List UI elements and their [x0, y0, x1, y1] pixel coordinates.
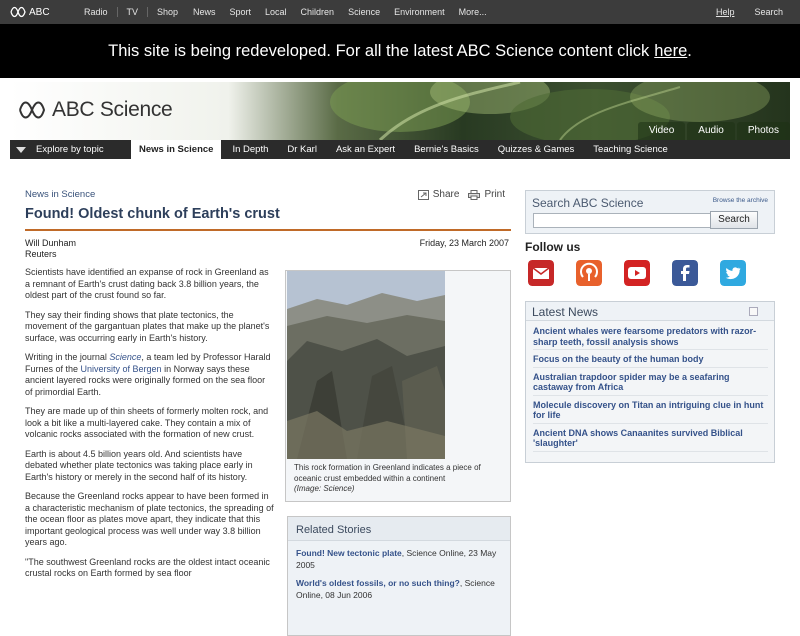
explore-by-topic-button[interactable]: Explore by topic [10, 144, 131, 155]
photo-caption: This rock formation in Greenland indicat… [294, 463, 506, 495]
tab-audio[interactable]: Audio [687, 122, 735, 140]
science-journal-link[interactable]: Science [109, 352, 141, 362]
tab-teaching-science[interactable]: Teaching Science [585, 140, 675, 159]
photo-box: This rock formation in Greenland indicat… [285, 270, 511, 502]
nav-link-news[interactable]: News [193, 7, 216, 17]
p3-text-a: Writing in the journal [25, 352, 110, 362]
photo-credit: (Image: Science) [294, 484, 355, 493]
email-icon[interactable] [528, 260, 554, 286]
latest-news-item[interactable]: Ancient whales were fearsome predators w… [533, 325, 768, 350]
nav-link-tv[interactable]: TV [116, 7, 138, 17]
banner-tail: . [687, 41, 692, 60]
paragraph-1: Scientists have identified an expanse of… [25, 267, 269, 300]
publish-date: Friday, 23 March 2007 [419, 238, 509, 248]
paragraph-3: Writing in the journal Science, a team l… [25, 352, 275, 398]
rss-icon[interactable] [749, 307, 758, 316]
social-links [528, 260, 768, 286]
nav-link-environment[interactable]: Environment [394, 7, 445, 17]
abc-logo[interactable]: ABC [10, 6, 70, 18]
related-story: Found! New tectonic plate, Science Onlin… [288, 541, 510, 571]
facebook-icon[interactable] [672, 260, 698, 286]
printer-icon [468, 189, 481, 200]
related-story: World's oldest fossils, or no such thing… [288, 571, 510, 601]
triangle-down-icon [16, 146, 26, 153]
author: Will Dunham [25, 238, 77, 248]
nav-link-science[interactable]: Science [348, 7, 380, 17]
share-button[interactable]: Share [417, 189, 460, 200]
paragraph-4: They are made up of thin sheets of forme… [25, 406, 269, 439]
paragraph-5: Earth is about 4.5 billion years old. An… [25, 448, 253, 482]
latest-news-item[interactable]: Focus on the beauty of the human body [533, 353, 768, 368]
related-story-link[interactable]: World's oldest fossils, or no such thing… [296, 578, 460, 588]
nav-link-children[interactable]: Children [301, 7, 335, 17]
abc-lissajous-icon [10, 6, 26, 18]
help-link[interactable]: Help [716, 7, 735, 17]
search-input[interactable] [533, 213, 733, 228]
redevelopment-banner: This site is being redeveloped. For all … [0, 24, 800, 78]
related-story-link[interactable]: Found! New tectonic plate [296, 548, 402, 558]
section-nav: Explore by topic News in Science In Dept… [10, 140, 790, 159]
nav-link-sport[interactable]: Sport [230, 7, 252, 17]
related-stories-title: Related Stories [288, 517, 510, 541]
brand-name: ABC Science [52, 98, 173, 121]
browse-archive-link[interactable]: Browse the archive [713, 197, 768, 204]
related-stories-box: Related Stories Found! New tectonic plat… [287, 516, 511, 636]
article-headline: Found! Oldest chunk of Earth's crust [25, 206, 511, 231]
tab-dr-karl[interactable]: Dr Karl [279, 140, 325, 159]
podcast-icon[interactable] [576, 260, 602, 286]
tab-news-in-science[interactable]: News in Science [131, 140, 222, 159]
byline: Will Dunham Reuters [25, 238, 76, 260]
tab-bernies-basics[interactable]: Bernie's Basics [406, 140, 487, 159]
share-icon [417, 189, 429, 200]
paragraph-6: Because the Greenland rocks appear to ha… [25, 491, 274, 547]
article-tools: Share Print [409, 189, 505, 200]
search-panel: Search ABC Science Browse the archive Se… [525, 190, 775, 234]
article-body: Scientists have identified an expanse of… [25, 267, 275, 588]
twitter-icon[interactable] [720, 260, 746, 286]
follow-us-heading: Follow us [525, 240, 581, 254]
site-header: ABC Science Video Audio Photos [10, 82, 790, 140]
tab-video[interactable]: Video [637, 122, 686, 140]
abc-logo-text: ABC [29, 6, 50, 18]
tab-in-depth[interactable]: In Depth [224, 140, 276, 159]
tab-quizzes-games[interactable]: Quizzes & Games [490, 140, 583, 159]
caption-text: This rock formation in Greenland indicat… [294, 463, 481, 483]
nav-link-radio[interactable]: Radio [78, 7, 108, 17]
abc-science-brand[interactable]: ABC Science [18, 98, 173, 122]
nav-link-shop[interactable]: Shop [147, 7, 178, 17]
abc-science-logo-icon [19, 101, 46, 119]
paragraph-2: They say their finding shows that plate … [25, 309, 270, 343]
banner-text: This site is being redeveloped. For all … [108, 41, 650, 60]
tab-ask-an-expert[interactable]: Ask an Expert [328, 140, 403, 159]
latest-news-item[interactable]: Australian trapdoor spider may be a seaf… [533, 371, 768, 396]
latest-news-item[interactable]: Ancient DNA shows Canaanites survived Bi… [533, 427, 768, 452]
latest-news-title: Latest News [526, 302, 774, 321]
agency: Reuters [25, 249, 57, 259]
share-label: Share [432, 189, 460, 200]
search-link[interactable]: Search [754, 7, 783, 17]
greenland-rock-photo[interactable] [287, 271, 445, 459]
nav-link-more[interactable]: More... [459, 7, 487, 17]
search-panel-title: Search ABC Science [532, 196, 644, 210]
paragraph-7: "The southwest Greenland rocks are the o… [25, 556, 270, 579]
latest-news-panel: Latest News Ancient whales were fearsome… [525, 301, 775, 463]
print-button[interactable]: Print [468, 189, 505, 200]
banner-here-link[interactable]: here [654, 42, 687, 61]
tab-photos[interactable]: Photos [736, 122, 790, 140]
search-button[interactable]: Search [710, 211, 758, 229]
explore-label: Explore by topic [36, 144, 104, 155]
nav-link-local[interactable]: Local [265, 7, 287, 17]
youtube-icon[interactable] [624, 260, 650, 286]
breadcrumb[interactable]: News in Science [25, 189, 95, 200]
university-of-bergen-link[interactable]: University of Bergen [81, 364, 162, 374]
latest-news-item[interactable]: Molecule discovery on Titan an intriguin… [533, 399, 768, 424]
global-nav: ABC Radio TV Shop News Sport Local Child… [0, 0, 800, 24]
print-label: Print [484, 189, 505, 200]
